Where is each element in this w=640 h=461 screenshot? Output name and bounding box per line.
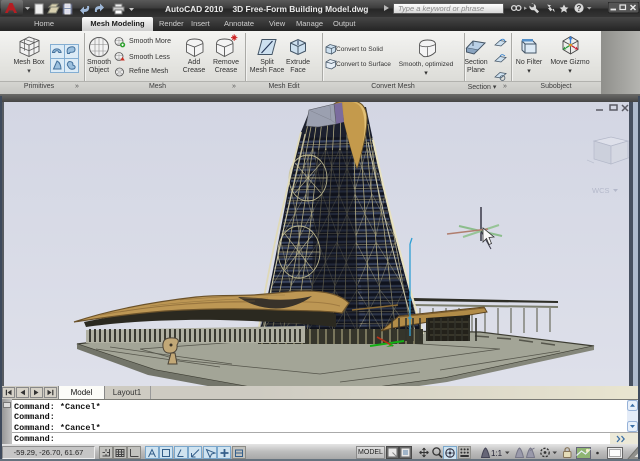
svg-text:WCS: WCS — [592, 186, 610, 195]
svg-text:?: ? — [577, 4, 582, 13]
svg-text:1:1: 1:1 — [491, 449, 503, 458]
